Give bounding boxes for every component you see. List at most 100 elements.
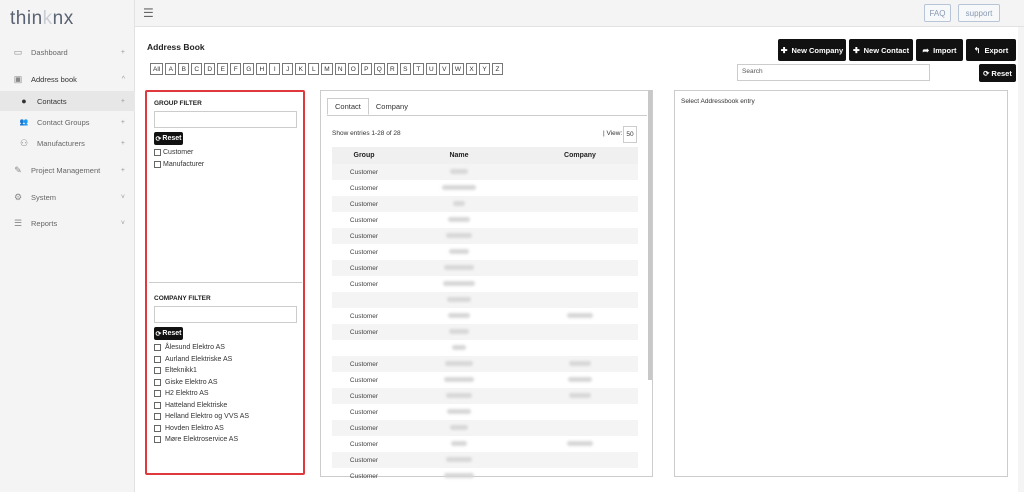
table-row[interactable]: Customer [332,356,638,372]
group-filter-reset-button[interactable]: ⟳ Reset [154,132,183,145]
table-row[interactable]: Customer [332,196,638,212]
letter-filter-k[interactable]: K [295,63,307,75]
table-row[interactable]: Customer [332,324,638,340]
checkbox[interactable] [154,367,161,375]
checkbox[interactable] [154,160,161,168]
sidebar-item-project-management[interactable]: ✎ Project Management + [0,160,135,180]
table-row[interactable]: Customer [332,388,638,404]
reset-button[interactable]: ⟳ Reset [979,64,1016,82]
checkbox[interactable] [154,378,161,386]
company-filter-option[interactable]: Elteknikk1 [154,365,302,377]
checkbox[interactable] [154,401,161,409]
letter-filter-w[interactable]: W [451,63,464,75]
letter-filter-all[interactable]: All [150,63,164,75]
search-input[interactable]: Search [737,64,930,81]
company-filter-option[interactable]: Aurland Elektriske AS [154,354,302,366]
letter-filter-r[interactable]: R [386,63,398,75]
company-filter-option[interactable]: Ålesund Elektro AS [154,342,302,354]
sidebar-item-contact-groups[interactable]: 👥 Contact Groups + [0,112,135,132]
letter-filter-j[interactable]: J [282,63,294,75]
letter-filter-d[interactable]: D [204,63,216,75]
letter-filter-q[interactable]: Q [373,63,385,75]
checkbox[interactable] [154,390,161,398]
checkbox[interactable] [154,413,161,421]
company-filter-option[interactable]: H2 Elektro AS [154,388,302,400]
letter-filter-z[interactable]: Z [491,63,503,75]
checkbox[interactable] [154,424,161,432]
table-scrollbar[interactable] [648,90,652,380]
letter-filter-a[interactable]: A [165,63,177,75]
letter-filter-t[interactable]: T [412,63,424,75]
table-row[interactable] [332,292,638,308]
import-button[interactable]: ➦ Import [916,39,963,61]
sidebar-item-manufacturers[interactable]: ⚇ Manufacturers + [0,133,135,153]
sidebar-item-reports[interactable]: ☰ Reports ˅ [0,213,135,233]
project-icon: ✎ [14,164,22,175]
group-filter-option[interactable]: Manufacturer [154,159,302,171]
company-filter-reset-button[interactable]: ⟳ Reset [154,327,183,340]
letter-filter-v[interactable]: V [438,63,450,75]
checkbox[interactable] [154,436,161,444]
letter-filter-u[interactable]: U [425,63,437,75]
table-row[interactable]: Customer [332,276,638,292]
new-company-button[interactable]: ✚ New Company [778,39,846,61]
letter-filter-i[interactable]: I [269,63,281,75]
letter-filter-l[interactable]: L [308,63,320,75]
tab-company[interactable]: Company [369,98,415,115]
table-row[interactable]: Customer [332,260,638,276]
letter-filter-s[interactable]: S [399,63,411,75]
table-row[interactable]: Customer [332,404,638,420]
letter-filter-m[interactable]: M [321,63,333,75]
table-row[interactable]: Customer [332,452,638,468]
view-select[interactable]: 50 [623,126,637,143]
table-row[interactable] [332,340,638,356]
tab-contact[interactable]: Contact [327,98,369,115]
group-filter-input[interactable] [154,111,297,128]
table-row[interactable]: Customer [332,420,638,436]
checkbox[interactable] [154,344,161,352]
letter-filter-b[interactable]: B [178,63,190,75]
checkbox[interactable] [154,355,161,363]
faq-button[interactable]: FAQ [924,4,951,22]
app-logo[interactable]: thinknx [10,8,74,30]
table-row[interactable]: Customer [332,228,638,244]
company-filter-option[interactable]: Møre Elektroservice AS [154,434,302,446]
sidebar-item-address-book[interactable]: ▣ Address book ^ [0,69,135,89]
letter-filter-x[interactable]: X [465,63,477,75]
letter-filter-f[interactable]: F [230,63,242,75]
table-row[interactable]: Customer [332,244,638,260]
checkbox[interactable] [154,149,161,157]
sidebar-item-dashboard[interactable]: ▭ Dashboard + [0,42,135,62]
table-row[interactable]: Customer [332,180,638,196]
menu-icon[interactable]: ☰ [143,6,154,20]
company-filter-input[interactable] [154,306,297,323]
table-row[interactable]: Customer [332,212,638,228]
table-row[interactable]: Customer [332,468,638,484]
column-header-group[interactable]: Group [332,152,396,159]
column-header-name[interactable]: Name [396,152,522,159]
letter-filter-o[interactable]: O [347,63,359,75]
letter-filter-y[interactable]: Y [478,63,490,75]
letter-filter-e[interactable]: E [217,63,229,75]
letter-filter-g[interactable]: G [243,63,255,75]
new-contact-button[interactable]: ✚ New Contact [849,39,913,61]
column-header-company[interactable]: Company [522,152,638,159]
page-scrollbar[interactable] [1018,27,1024,492]
sidebar-item-contacts[interactable]: ● Contacts + [0,91,135,111]
group-filter-option[interactable]: Customer [154,147,302,159]
table-row[interactable]: Customer [332,164,638,180]
company-filter-option[interactable]: Helland Elektro og VVS AS [154,411,302,423]
export-button[interactable]: ↰ Export [966,39,1016,61]
table-row[interactable]: Customer [332,308,638,324]
sidebar-item-system[interactable]: ⚙ System ˅ [0,187,135,207]
table-row[interactable]: Customer [332,372,638,388]
letter-filter-n[interactable]: N [334,63,346,75]
letter-filter-h[interactable]: H [256,63,268,75]
table-row[interactable]: Customer [332,436,638,452]
letter-filter-c[interactable]: C [191,63,203,75]
support-button[interactable]: support [958,4,1000,22]
company-filter-option[interactable]: Hovden Elektro AS [154,423,302,435]
company-filter-option[interactable]: Giske Elektro AS [154,377,302,389]
company-filter-option[interactable]: Hatteland Elektriske [154,400,302,412]
letter-filter-p[interactable]: P [360,63,372,75]
